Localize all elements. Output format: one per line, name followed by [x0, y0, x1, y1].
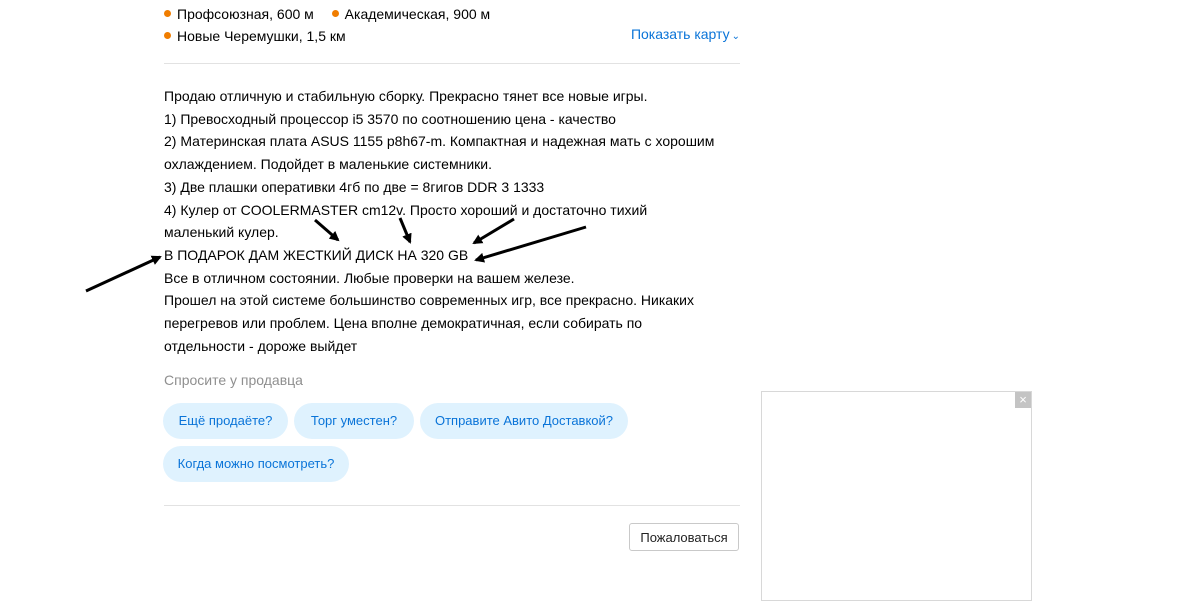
- metro-station-name: Академическая: [344, 5, 446, 22]
- quick-question-chip[interactable]: Торг уместен?: [294, 403, 414, 439]
- metro-station: Профсоюзная, 600 м: [164, 5, 314, 23]
- metro-station-name: Новые Черемушки: [177, 27, 299, 44]
- quick-question-chip[interactable]: Когда можно посмотреть?: [163, 446, 349, 482]
- show-map-link[interactable]: Показать карту ⌄: [631, 25, 740, 46]
- divider: [164, 63, 740, 64]
- metro-distance: 600 м: [276, 5, 314, 22]
- description-line: 1) Превосходный процессор i5 3570 по соо…: [164, 110, 616, 127]
- ask-seller-title: Спросите у продавца: [164, 372, 303, 388]
- divider: [164, 505, 740, 506]
- description-line: перегревов или проблем. Цена вполне демо…: [164, 315, 643, 332]
- description-line: Прошел на этой системе большинство совре…: [164, 292, 694, 309]
- metro-station: Академическая, 900 м: [331, 5, 491, 23]
- metro-distance: 900 м: [453, 5, 491, 22]
- close-icon[interactable]: ×: [1015, 392, 1031, 408]
- metro-distance: 1,5 км: [306, 27, 346, 44]
- ad-banner: ×: [761, 391, 1032, 601]
- chevron-down-icon: ⌄: [731, 31, 740, 42]
- description-line: маленький кулер.: [164, 224, 279, 241]
- quick-question-chip[interactable]: Ещё продаёте?: [163, 403, 288, 439]
- description-line: Продаю отличную и стабильную сборку. Пре…: [164, 88, 648, 104]
- metro-dot-icon: [164, 10, 171, 17]
- show-map-label: Показать карту: [630, 26, 730, 42]
- metro-dot-icon: [331, 10, 339, 17]
- description-line: 3) Две плашки оперативки 4гб по две = 8г…: [164, 178, 545, 195]
- annotation-arrow: [85, 255, 162, 293]
- metro-station-name: Профсоюзная: [177, 5, 270, 22]
- metro-stations-row-1: Профсоюзная, 600 м Академическая, 900 м: [164, 3, 504, 23]
- quick-question-chip[interactable]: Отправите Авито Доставкой?: [420, 403, 628, 439]
- description-line: 4) Кулер от COOLERMASTER cm12v. Просто х…: [164, 201, 648, 218]
- metro-stations-row-2: Новые Черемушки, 1,5 км: [164, 25, 360, 45]
- metro-station: Новые Черемушки, 1,5 км: [164, 27, 346, 45]
- report-button[interactable]: Пожаловаться: [629, 523, 739, 551]
- description-line: охлаждением. Подойдет в маленькие систем…: [164, 156, 492, 173]
- item-description: Продаю отличную и стабильную сборку. Пре…: [164, 85, 744, 357]
- description-line: Все в отличном состоянии. Любые проверки…: [164, 269, 575, 286]
- description-line: В ПОДАРОК ДАМ ЖЕСТКИЙ ДИСК НА 320 GB: [164, 246, 469, 263]
- description-line: отдельности - дороже выйдет: [164, 337, 358, 354]
- description-line: 2) Материнская плата ASUS 1155 p8h67-m. …: [164, 133, 715, 150]
- metro-dot-icon: [164, 32, 171, 39]
